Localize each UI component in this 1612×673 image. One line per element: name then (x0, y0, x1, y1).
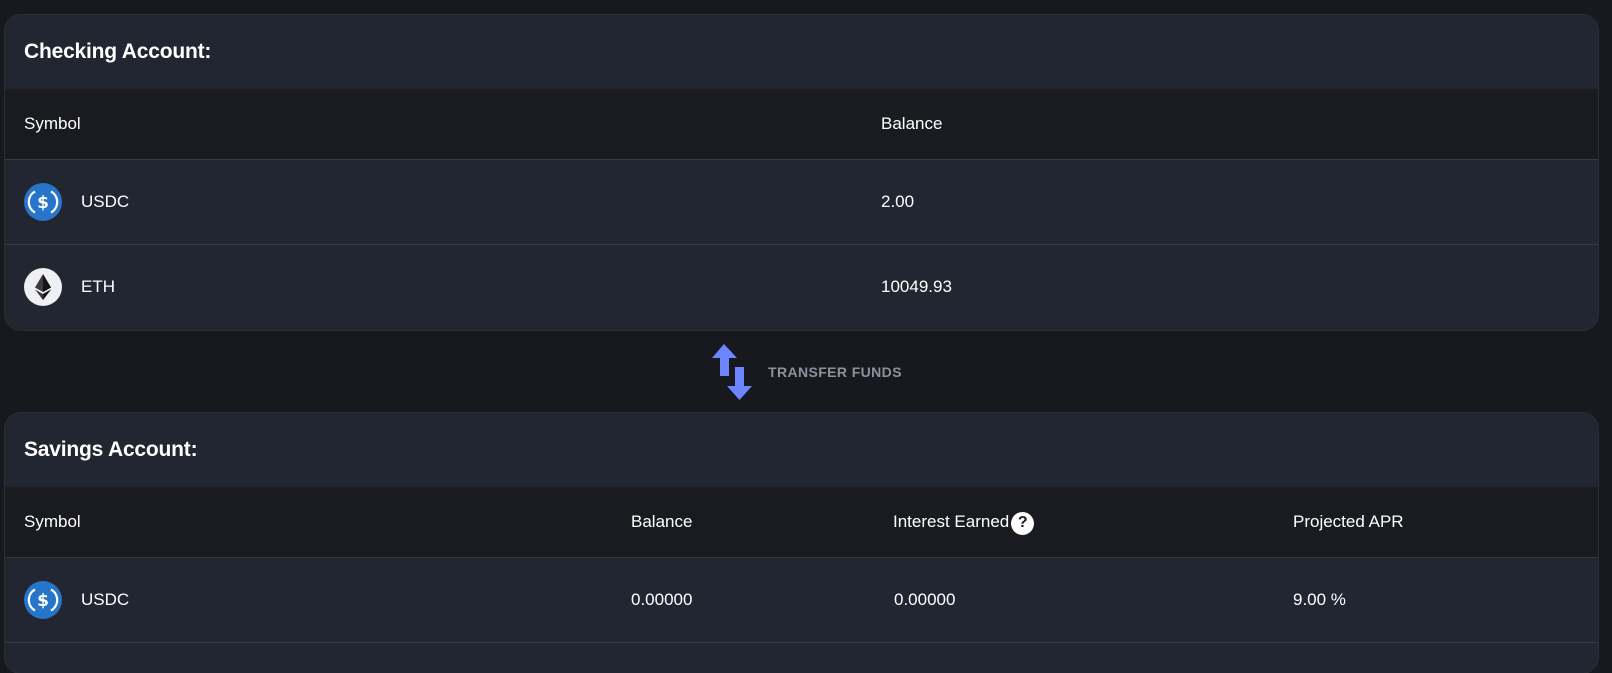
column-header-symbol: Symbol (24, 114, 81, 133)
balance-cell: 2.00 (881, 192, 915, 211)
column-header-interest-earned: Interest Earned ? (893, 487, 1035, 557)
symbol-cell: ETH (81, 277, 115, 296)
table-row: ETH 10049.93 (5, 245, 1598, 329)
usdc-icon: $ (24, 581, 62, 619)
table-row: $ USDC 2.00 (5, 160, 1598, 245)
checking-account-card: Checking Account: Symbol Balance $ USDC … (5, 15, 1598, 330)
symbol-cell: USDC (81, 192, 130, 211)
swap-vertical-arrows-icon (712, 344, 752, 400)
column-header-balance: Balance (881, 114, 943, 133)
checking-account-title: Checking Account: (24, 40, 212, 63)
projected-apr-cell: 9.00 % (1293, 590, 1346, 609)
transfer-funds-label: TRANSFER FUNDS (768, 364, 902, 380)
savings-account-title: Savings Account: (24, 438, 198, 461)
balance-cell: 10049.93 (881, 277, 952, 296)
savings-account-card: Savings Account: Symbol Balance Interest… (5, 413, 1598, 673)
table-row: $ USDC 0.00000 0.00000 9.00 % (5, 558, 1598, 643)
checking-table-header: Symbol Balance (5, 89, 1598, 160)
column-header-symbol: Symbol (24, 512, 81, 531)
help-icon[interactable]: ? (1011, 511, 1035, 535)
eth-icon (24, 268, 62, 306)
transfer-funds-button[interactable]: TRANSFER FUNDS (710, 343, 902, 401)
interest-earned-cell: 0.00000 (894, 590, 956, 609)
usdc-icon: $ (24, 183, 62, 221)
column-header-projected-apr: Projected APR (1293, 512, 1404, 531)
interest-earned-label: Interest Earned (893, 512, 1010, 531)
column-header-balance: Balance (631, 512, 693, 531)
symbol-cell: USDC (81, 590, 130, 609)
svg-text:$: $ (37, 193, 49, 213)
balance-cell: 0.00000 (631, 590, 693, 609)
svg-text:$: $ (37, 591, 49, 611)
savings-table-header: Symbol Balance Interest Earned ? Project… (5, 487, 1598, 558)
